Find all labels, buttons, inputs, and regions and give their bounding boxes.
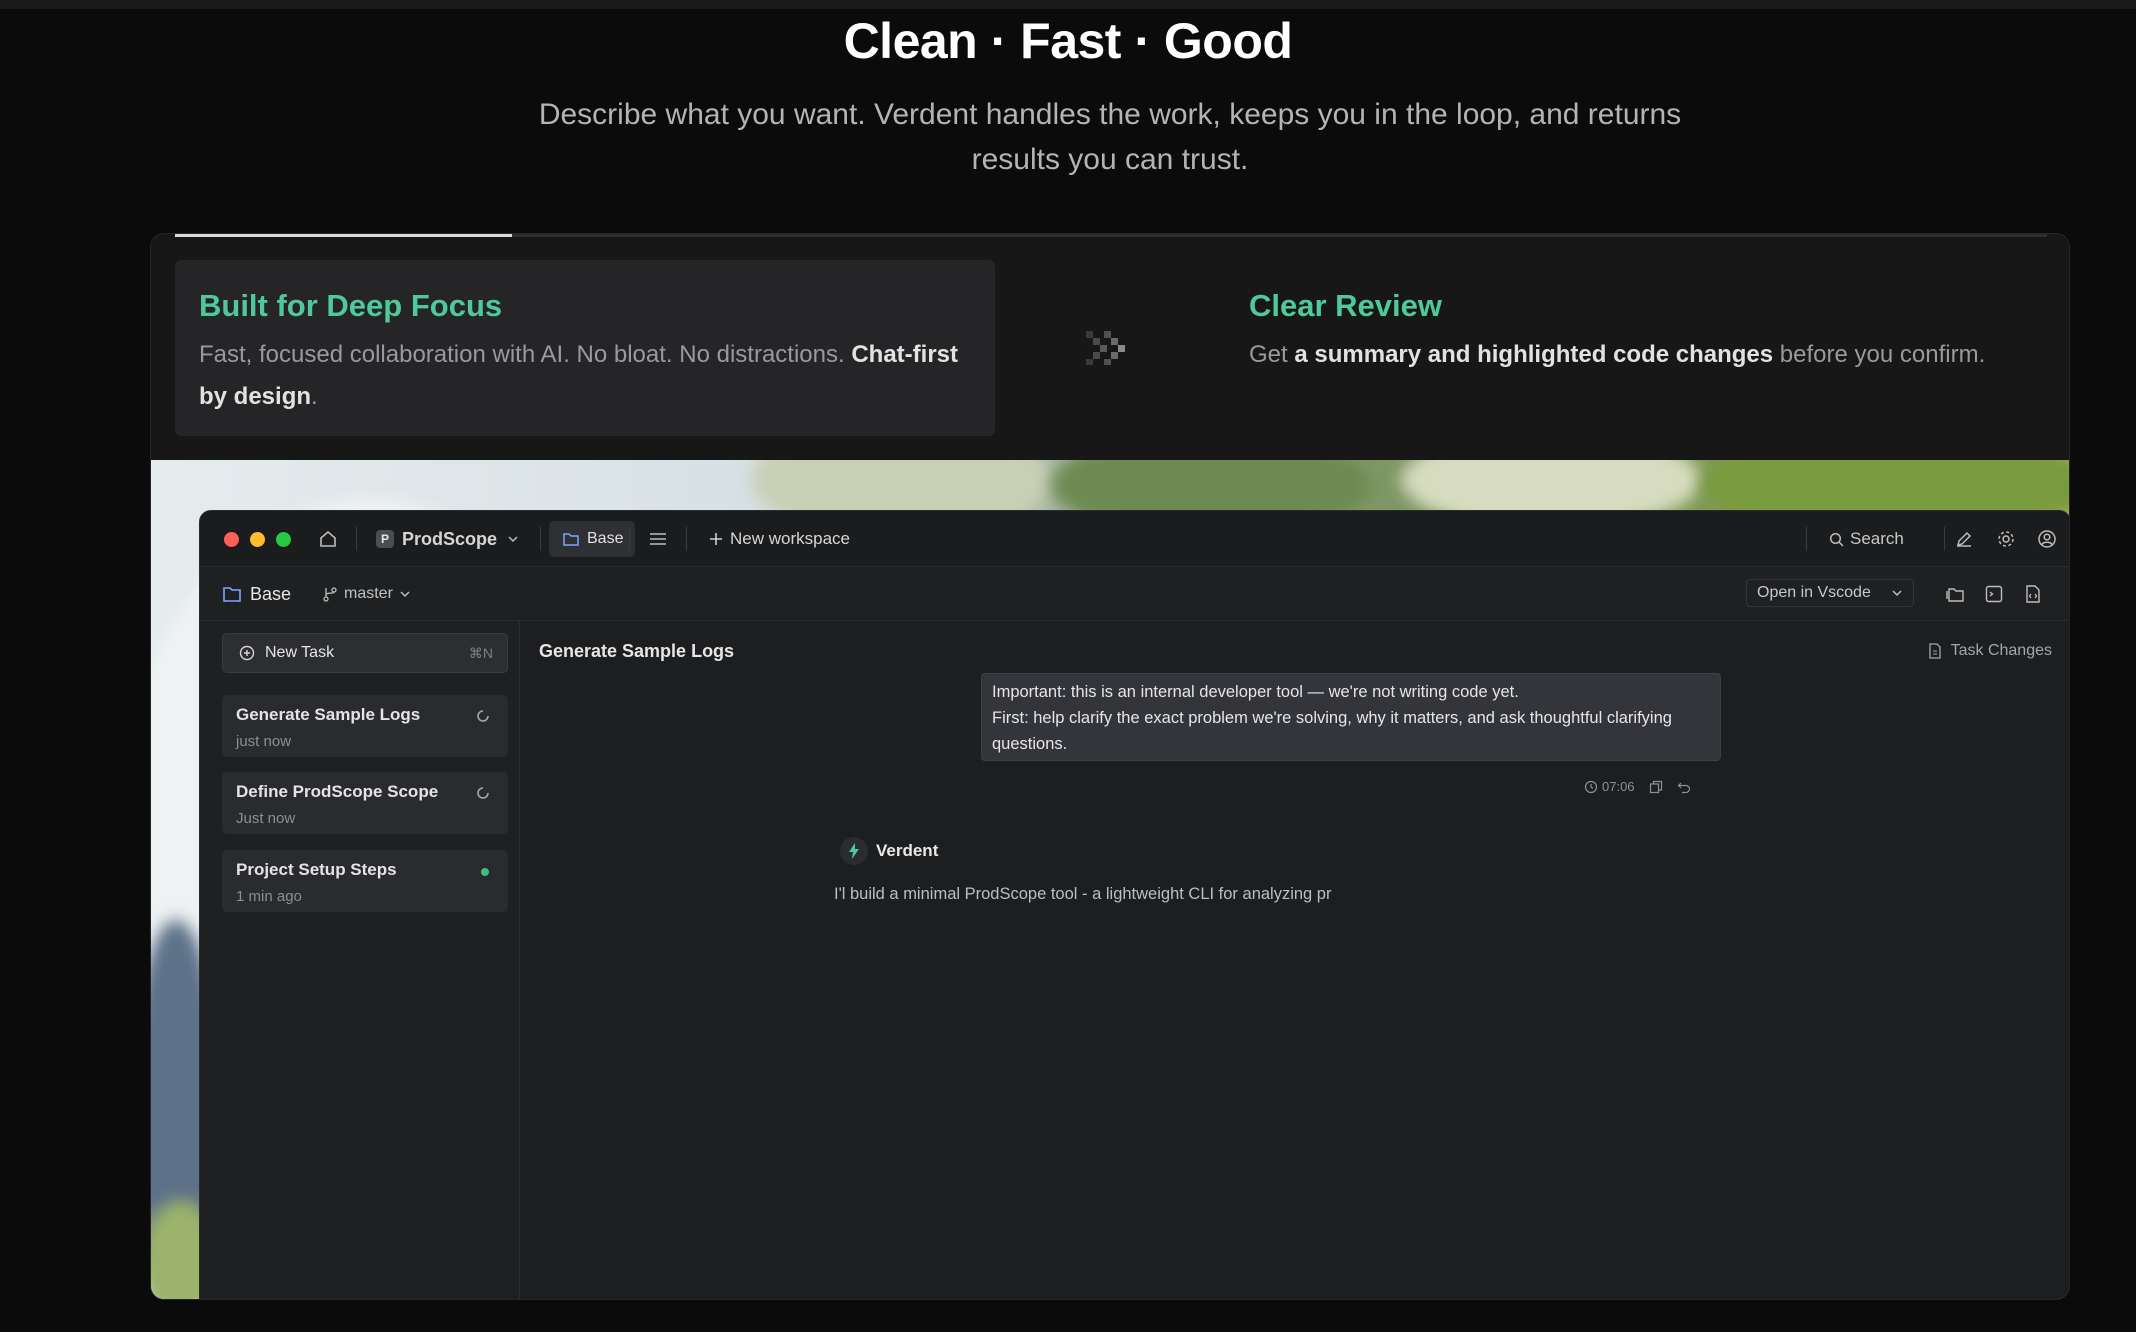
new-task-button[interactable]: New Task ⌘N (222, 633, 508, 673)
tab-base-label: Base (587, 530, 624, 547)
workspace-bar: Base master Open in Vscode (200, 567, 2069, 621)
workspace-name[interactable]: Base (222, 567, 291, 621)
minimize-window-button[interactable] (250, 532, 265, 547)
task-changes-button[interactable]: Task Changes (1925, 641, 2052, 661)
new-task-label: New Task (265, 644, 335, 661)
user-message-bubble: Important: this is an internal developer… (981, 673, 1721, 761)
chevron-down-icon (1891, 587, 1903, 599)
task-changes-label: Task Changes (1950, 642, 2052, 659)
workspace-name-label: Base (250, 583, 292, 604)
search-label: Search (1850, 529, 1904, 548)
home-icon (318, 529, 338, 549)
agent-header: Verdent (840, 837, 938, 865)
project-initial-badge: P (376, 530, 394, 548)
title-bar: P ProdScope Base New workspace Search (200, 511, 2069, 567)
plus-icon (706, 529, 726, 549)
document-icon (1925, 641, 1945, 661)
open-in-vscode-button[interactable]: Open in Vscode (1746, 579, 1914, 607)
compose-button[interactable] (1954, 511, 1974, 567)
clock-icon (1584, 780, 1598, 794)
folder-stack-icon (1945, 584, 1965, 604)
user-message-line: Important: this is an internal developer… (992, 683, 1519, 701)
message-timestamp: 07:06 (1584, 779, 1635, 794)
folder-icon (561, 529, 581, 549)
feature-showcase: Built for Deep Focus Fast, focused colla… (150, 233, 2070, 1300)
terminal-icon (1984, 584, 2004, 604)
account-button[interactable] (2037, 511, 2057, 567)
plus-circle-icon (237, 643, 257, 663)
pixel-arrow-icon (1086, 331, 1132, 365)
pen-icon (1954, 529, 1974, 549)
feature-title: Clear Review (1249, 288, 1442, 323)
task-time: 1 min ago (236, 888, 302, 905)
branch-selector[interactable]: master (320, 567, 415, 621)
code-file-button[interactable] (2023, 567, 2043, 621)
new-task-shortcut: ⌘N (468, 644, 493, 661)
status-done-dot-icon (480, 867, 490, 877)
feature-title: Built for Deep Focus (199, 288, 503, 323)
chat-title: Generate Sample Logs (539, 641, 735, 661)
chevron-down-icon (503, 529, 523, 549)
menu-icon (648, 529, 668, 549)
branch-name: master (344, 585, 393, 602)
project-name: ProdScope (402, 528, 498, 549)
maximize-window-button[interactable] (276, 532, 291, 547)
chevron-down-icon (395, 584, 415, 604)
workspace-menu-button[interactable] (648, 511, 668, 567)
hero-subtitle: Describe what you want. Verdent handles … (538, 98, 1682, 176)
tab-base[interactable]: Base (549, 521, 636, 557)
task-time: Just now (236, 810, 296, 827)
feature-card-clear-review[interactable]: Clear Review Get a summary and highlight… (1225, 260, 2045, 436)
feature-text: Fast, focused collaboration with AI. No … (199, 341, 958, 410)
user-icon (2037, 529, 2057, 549)
close-window-button[interactable] (224, 532, 239, 547)
task-title: Generate Sample Logs (236, 705, 421, 724)
home-button[interactable] (318, 511, 338, 567)
new-workspace-label: New workspace (730, 529, 850, 548)
agent-message: I'l build a minimal ProdScope tool - a l… (834, 885, 1332, 903)
search-button[interactable]: Search (1826, 511, 1904, 567)
feature-card-deep-focus[interactable]: Built for Deep Focus Fast, focused colla… (175, 260, 995, 436)
terminal-button[interactable] (1984, 567, 2004, 621)
settings-button[interactable] (1996, 511, 2016, 567)
user-message-line: First: help clarify the exact problem we… (992, 709, 1672, 753)
loading-spinner-icon (476, 786, 490, 800)
open-in-vscode-label: Open in Vscode (1757, 584, 1871, 601)
top-strip (0, 0, 2136, 9)
code-file-icon (2023, 584, 2043, 604)
search-icon (1826, 529, 1846, 549)
task-item[interactable]: Define ProdScope Scope Just now (222, 772, 508, 834)
message-meta: 07:06 (1584, 779, 1691, 794)
carousel-progress-track (175, 234, 2047, 237)
task-sidebar: New Task ⌘N Generate Sample Logs just no… (200, 621, 520, 1299)
folder-icon (222, 584, 242, 604)
new-workspace-button[interactable]: New workspace (706, 511, 850, 567)
undo-icon[interactable] (1677, 780, 1691, 794)
loading-spinner-icon (476, 709, 490, 723)
task-item[interactable]: Generate Sample Logs just now (222, 695, 508, 757)
chat-panel: Generate Sample Logs Task Changes Import… (521, 621, 2069, 1299)
task-time: just now (236, 733, 292, 750)
agent-name: Verdent (876, 841, 939, 860)
task-title: Project Setup Steps (236, 860, 397, 879)
project-selector[interactable]: P ProdScope (376, 511, 523, 567)
carousel-progress-fill (175, 234, 512, 237)
verdent-logo-icon (840, 837, 868, 865)
files-panel-button[interactable] (1945, 567, 1965, 621)
task-title: Define ProdScope Scope (236, 782, 439, 801)
gear-icon (1996, 529, 2016, 549)
app-window: P ProdScope Base New workspace Search Ba… (199, 510, 2069, 1299)
task-item[interactable]: Project Setup Steps 1 min ago (222, 850, 508, 912)
feature-text: Get a summary and highlighted code chang… (1249, 341, 1986, 368)
copy-icon[interactable] (1649, 780, 1663, 794)
hero-title: Clean · Fast · Good (843, 13, 1293, 69)
git-branch-icon (320, 584, 340, 604)
